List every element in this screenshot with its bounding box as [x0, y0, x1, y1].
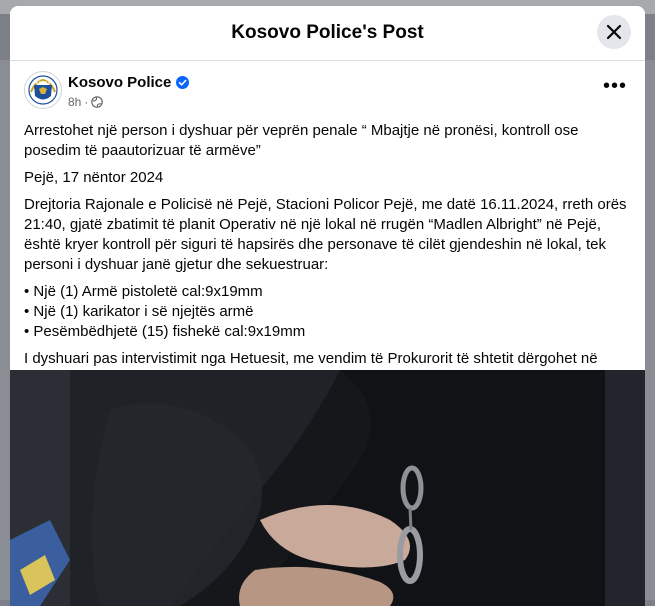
modal-title: Kosovo Police's Post: [231, 22, 424, 43]
meta-separator: ·: [84, 95, 89, 109]
post-photo[interactable]: [10, 370, 645, 606]
modal-header: Kosovo Police's Post: [10, 6, 645, 61]
kosovo-police-logo-icon: [26, 73, 60, 107]
seized-item: • Pesëmbëdhjetë (15) fishekë cal:9x19mm: [24, 323, 306, 340]
post-time[interactable]: 8h: [68, 95, 81, 109]
globe-icon[interactable]: [91, 96, 104, 108]
handcuffs-photo-image: [10, 370, 645, 606]
seized-item: • Një (1) Armë pistoletë cal:9x19mm: [24, 283, 263, 300]
post-text: Arrestohet një person i dyshuar për vepr…: [10, 121, 645, 389]
page-backdrop-left: [0, 60, 10, 600]
post-dateline: Pejë, 17 nëntor 2024: [24, 169, 164, 186]
close-icon: [606, 24, 622, 40]
seized-item: • Një (1) karikator i së njejtës armë: [24, 303, 254, 320]
page-backdrop-right: [645, 60, 655, 600]
post-headline: Arrestohet një person i dyshuar për vepr…: [24, 122, 579, 159]
author-name[interactable]: Kosovo Police: [68, 74, 171, 91]
avatar[interactable]: [24, 71, 62, 109]
author-line: Kosovo Police: [68, 74, 190, 91]
post-meta: 8h ·: [68, 95, 104, 109]
post-body-paragraph: Drejtoria Rajonale e Policisë në Pejë, S…: [24, 196, 627, 273]
more-options-button[interactable]: •••: [603, 76, 627, 96]
verified-badge-icon: [176, 76, 190, 89]
seized-items-list: • Një (1) Armë pistoletë cal:9x19mm • Nj…: [24, 282, 631, 342]
more-options-icon: •••: [602, 75, 627, 97]
close-button[interactable]: [597, 15, 631, 49]
post-header: Kosovo Police 8h · •••: [10, 71, 645, 121]
post-modal: Kosovo Police's Post Kosovo Police 8h · …: [10, 6, 645, 606]
